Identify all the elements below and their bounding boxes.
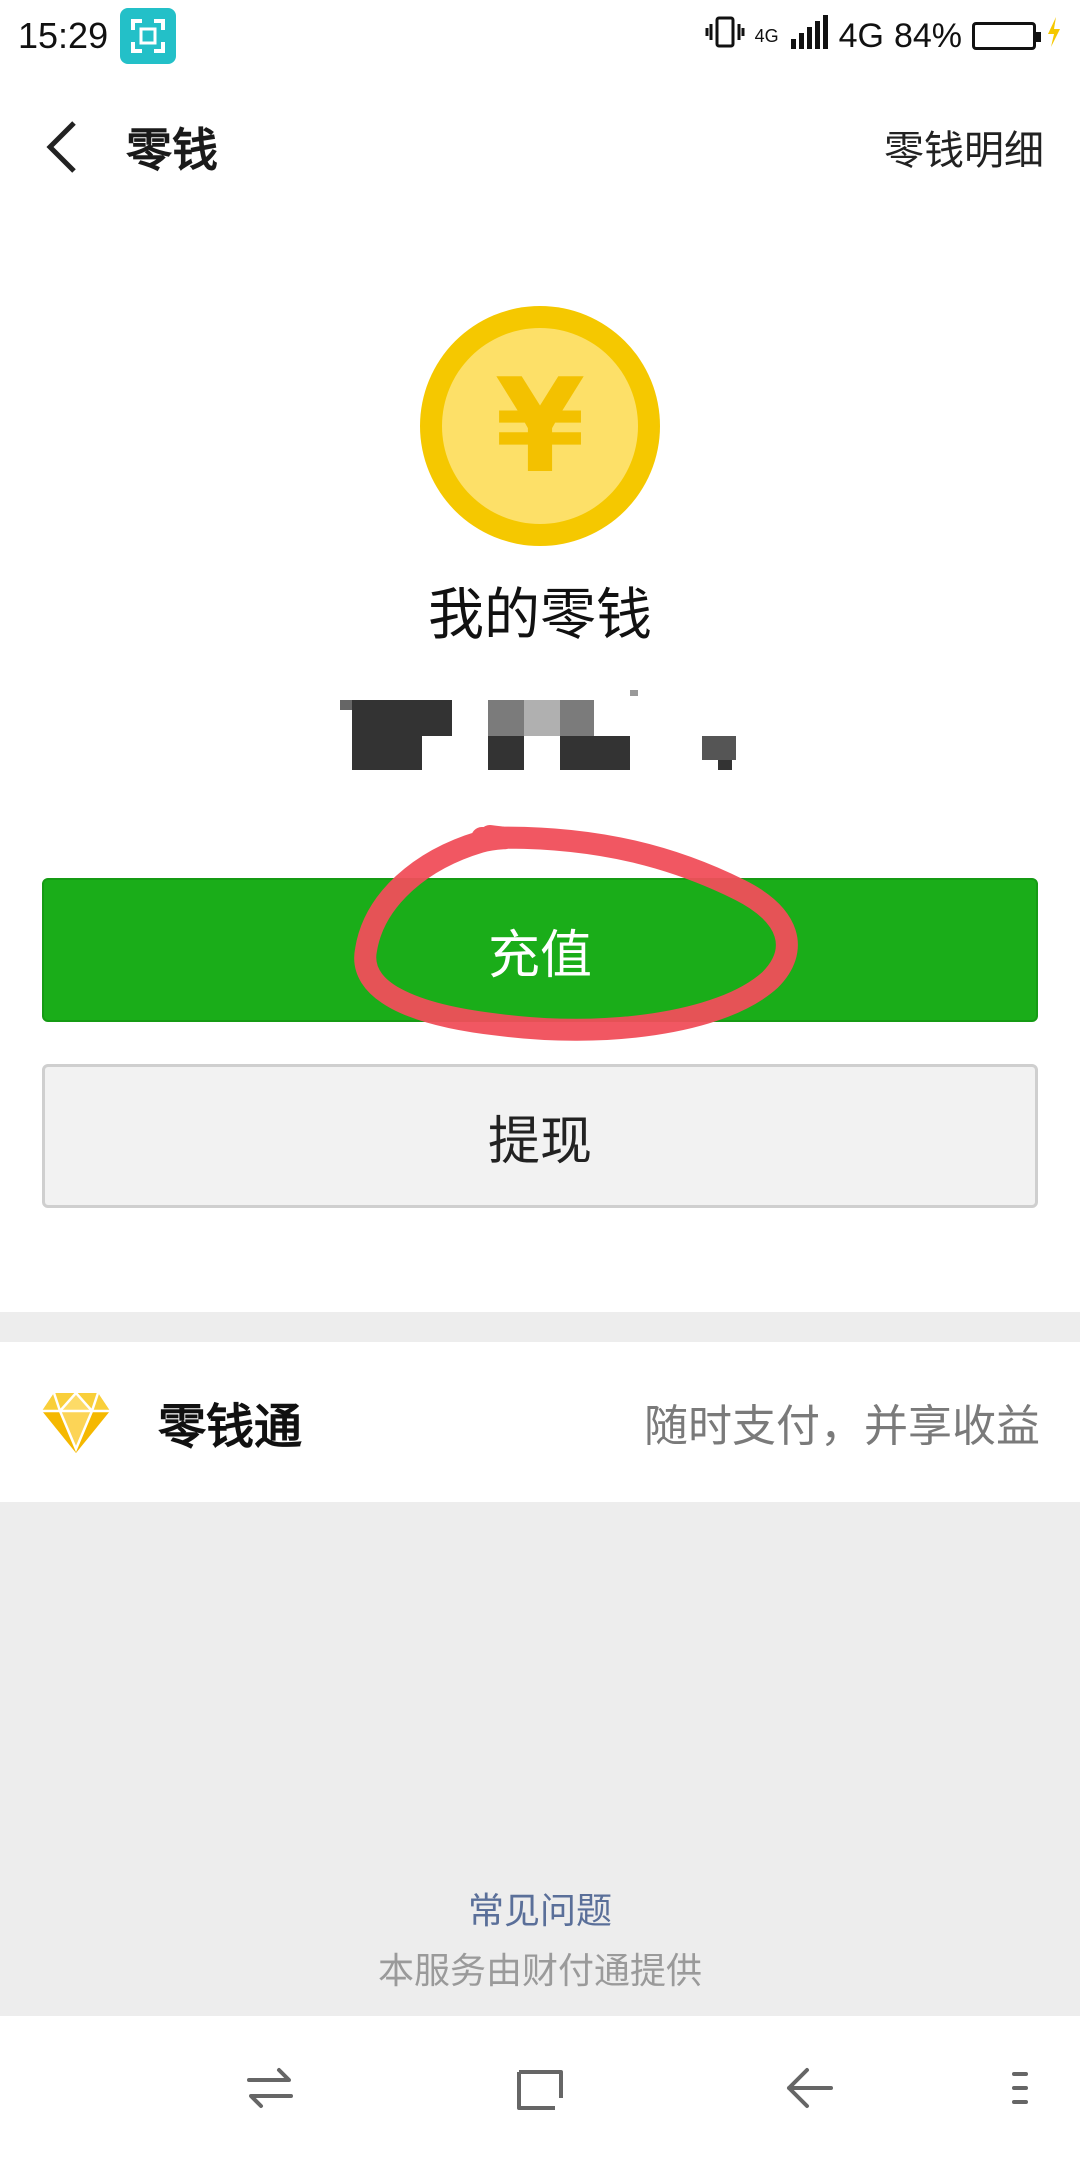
pixel [718, 760, 732, 770]
status-bar: 15:29 4G 4G 84% [0, 0, 1080, 72]
pixel [702, 736, 736, 760]
coin-inner: ¥ [442, 328, 638, 524]
yuan-coin-icon: ¥ [420, 306, 660, 546]
pixel [560, 736, 594, 770]
back-button[interactable] [36, 112, 86, 182]
pixel [560, 700, 594, 736]
balance-detail-link[interactable]: 零钱明细 [884, 118, 1044, 176]
chevron-left-icon [46, 121, 76, 173]
pixel [524, 700, 560, 736]
switch-app-icon[interactable] [234, 2052, 306, 2124]
pixel [352, 700, 452, 736]
currency-symbol: ¥ [494, 350, 586, 502]
pixel [340, 700, 352, 710]
wallet-title: 我的零钱 [428, 583, 652, 648]
status-icons: 4G 4G 84% [705, 14, 1062, 59]
nav-bar: 零钱 零钱明细 [0, 72, 1080, 222]
provider-text: 本服务由财付通提供 [377, 1951, 702, 1992]
vibrate-icon [705, 14, 745, 59]
menu-icon[interactable] [1000, 2052, 1040, 2124]
signal-icon [789, 14, 829, 58]
pixel [352, 736, 422, 770]
pixel [594, 736, 630, 770]
home-icon[interactable] [504, 2052, 576, 2124]
back-icon[interactable] [774, 2052, 846, 2124]
screenshot-icon [120, 8, 177, 64]
lingqiantong-label: 零钱通 [158, 1399, 303, 1455]
withdraw-button[interactable]: 提现 [42, 1064, 1038, 1208]
balance-amount-redacted [340, 680, 740, 780]
battery-icon [972, 22, 1041, 50]
lingqiantong-description: 随时支付，并享收益 [644, 1401, 1040, 1452]
pixel [630, 690, 638, 696]
lingqiantong-row[interactable]: 零钱通 随时支付，并享收益 [0, 1342, 1080, 1502]
recharge-button[interactable]: 充值 [42, 878, 1038, 1022]
charging-icon [1046, 16, 1062, 56]
status-time: 15:29 [18, 15, 109, 56]
page-title: 零钱 [126, 123, 218, 177]
diamond-icon [40, 1389, 112, 1455]
pixel [488, 700, 524, 736]
recharge-label: 充值 [487, 925, 592, 986]
network-small-label: 4G [754, 25, 779, 46]
withdraw-label: 提现 [487, 1111, 592, 1172]
faq-link[interactable]: 常见问题 [0, 1882, 1080, 1934]
battery-percent: 84% [893, 16, 962, 55]
system-nav-bar [0, 2016, 1080, 2160]
pixel [488, 736, 524, 770]
network-label: 4G [838, 16, 884, 55]
